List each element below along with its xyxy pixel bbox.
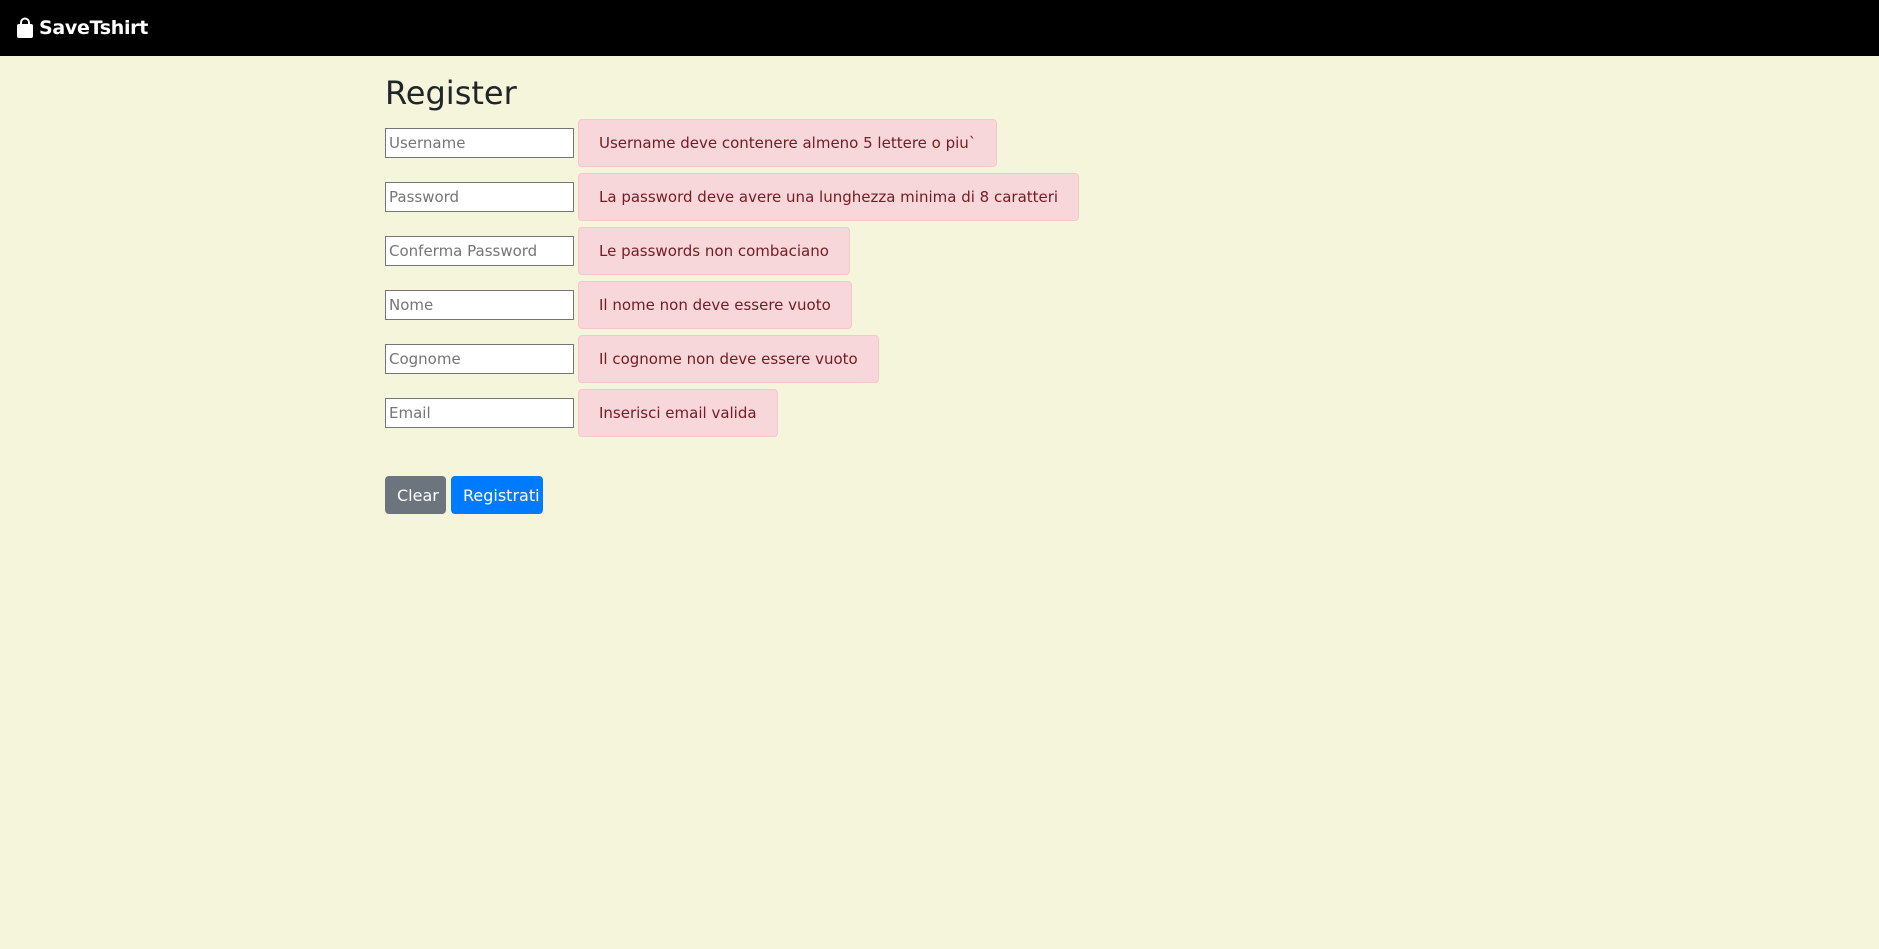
confirm-password-input[interactable] bbox=[385, 236, 574, 266]
form-actions: Clear Registrati bbox=[385, 476, 543, 514]
register-button[interactable]: Registrati bbox=[451, 476, 543, 514]
username-input[interactable] bbox=[385, 128, 574, 158]
shopping-bag-icon bbox=[15, 17, 35, 39]
nome-row: Il nome non deve essere vuoto bbox=[385, 281, 852, 329]
email-input[interactable] bbox=[385, 398, 574, 428]
brand-name: SaveTshirt bbox=[39, 17, 149, 39]
email-row: Inserisci email valida bbox=[385, 389, 778, 437]
username-row: Username deve contenere almeno 5 lettere… bbox=[385, 119, 998, 167]
top-navbar: SaveTshirt bbox=[0, 0, 1879, 56]
email-error-alert: Inserisci email valida bbox=[578, 389, 778, 437]
username-error-alert: Username deve contenere almeno 5 lettere… bbox=[578, 119, 998, 167]
cognome-error-alert: Il cognome non deve essere vuoto bbox=[578, 335, 879, 383]
password-input[interactable] bbox=[385, 182, 574, 212]
cognome-row: Il cognome non deve essere vuoto bbox=[385, 335, 879, 383]
page-title: Register bbox=[385, 74, 517, 112]
brand-link[interactable]: SaveTshirt bbox=[15, 17, 148, 39]
confirm-password-error-alert: Le passwords non combaciano bbox=[578, 227, 850, 275]
cognome-input[interactable] bbox=[385, 344, 574, 374]
confirm-password-row: Le passwords non combaciano bbox=[385, 227, 850, 275]
password-error-alert: La password deve avere una lunghezza min… bbox=[578, 173, 1080, 221]
clear-button[interactable]: Clear bbox=[385, 476, 446, 514]
nome-input[interactable] bbox=[385, 290, 574, 320]
password-row: La password deve avere una lunghezza min… bbox=[385, 173, 1080, 221]
nome-error-alert: Il nome non deve essere vuoto bbox=[578, 281, 852, 329]
